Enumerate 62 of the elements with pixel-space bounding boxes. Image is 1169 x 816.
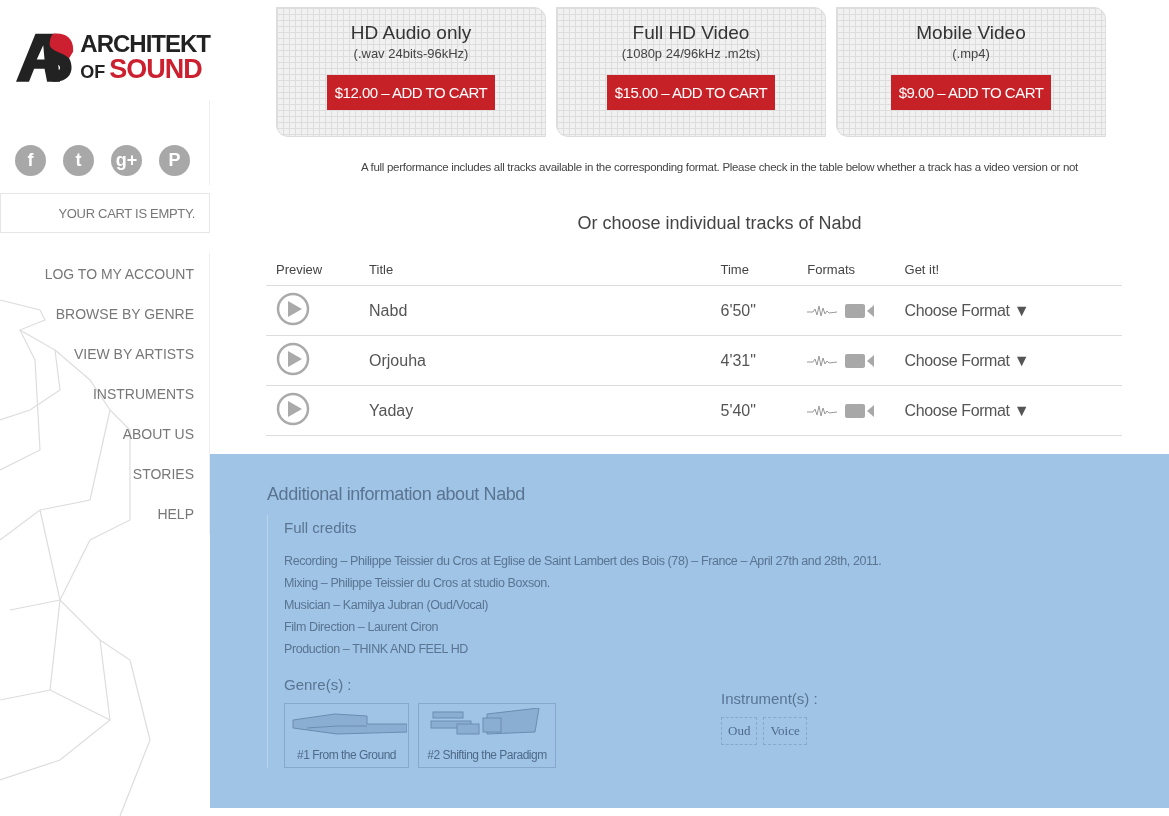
- credit-line: Recording – Philippe Teissier du Cros at Eglise de Saint Lambert des Bois (78) – France – April 27th and 28th, 2011.: [284, 554, 883, 568]
- choose-format-dropdown[interactable]: Choose Format ▼: [904, 351, 1030, 370]
- nav-link[interactable]: INSTRUMENTS: [92, 385, 194, 404]
- video-camera-icon: [845, 352, 876, 369]
- social-icon[interactable]: P: [159, 145, 190, 176]
- nav-link[interactable]: BROWSE BY GENRE: [55, 305, 194, 324]
- credit-line: Mixing – Philippe Teissier du Cros at studio Boxson.: [284, 576, 551, 590]
- column-header: Preview: [266, 254, 360, 286]
- track-time: 4'31": [710, 335, 798, 386]
- social-icon[interactable]: g+: [111, 145, 142, 176]
- instrument-tag[interactable]: Oud: [721, 717, 758, 745]
- instrument-tag[interactable]: Voice: [763, 717, 807, 745]
- section-heading: Or choose individual tracks of Nabd: [576, 213, 863, 234]
- column-header: Time: [710, 254, 798, 286]
- offer-format: (.mp4): [952, 46, 990, 61]
- column-header: Title: [359, 254, 711, 286]
- video-camera-icon: [845, 402, 876, 419]
- column-header: Get it!: [894, 254, 1122, 286]
- credits-heading: Full credits: [284, 518, 358, 536]
- logo-text: OF: [80, 62, 106, 81]
- choose-format-dropdown[interactable]: Choose Format ▼: [904, 401, 1030, 420]
- logo-text: SOUND: [109, 55, 202, 83]
- track-title: Yaday: [359, 385, 711, 436]
- nav-link[interactable]: STORIES: [132, 465, 194, 484]
- nav-link[interactable]: LOG TO MY ACCOUNT: [44, 265, 194, 284]
- nav-link[interactable]: VIEW BY ARTISTS: [73, 345, 194, 364]
- credit-line: Production – THINK AND FEEL HD: [284, 642, 469, 656]
- nav-link[interactable]: HELP: [157, 505, 194, 524]
- track-title: Nabd: [359, 285, 711, 336]
- instruments-label: Instrument(s) :: [721, 690, 818, 707]
- nav-link[interactable]: ABOUT US: [122, 425, 194, 444]
- waveform-icon: [807, 353, 838, 368]
- offer-title: Mobile Video: [916, 22, 1026, 44]
- track-time: 5'40": [710, 385, 798, 436]
- play-icon[interactable]: [276, 291, 310, 326]
- genre-card[interactable]: #1 From the Ground: [284, 703, 409, 768]
- choose-format-dropdown[interactable]: Choose Format ▼: [904, 301, 1030, 320]
- cart-status: YOUR CART IS EMPTY.: [0, 193, 210, 233]
- genres-label: Genre(s) :: [284, 676, 353, 693]
- add-to-cart-button[interactable]: $15.00 – ADD TO CART: [606, 75, 776, 110]
- waveform-icon: [807, 303, 838, 318]
- video-camera-icon: [845, 302, 876, 319]
- offer-format: (.wav 24bits-96kHz): [353, 46, 469, 61]
- offer-format: (1080p 24/96kHz .m2ts): [621, 46, 761, 61]
- logo-text: ARCHITEKT: [80, 31, 210, 56]
- offer-title: HD Audio only: [350, 22, 472, 44]
- social-icon[interactable]: t: [63, 145, 94, 176]
- play-icon[interactable]: [276, 391, 310, 426]
- credit-line: Film Direction – Laurent Ciron: [284, 620, 440, 634]
- genre-card[interactable]: #2 Shifting the Paradigm: [418, 703, 556, 768]
- play-icon[interactable]: [276, 341, 310, 376]
- waveform-icon: [807, 403, 838, 418]
- track-time: 6'50": [710, 285, 798, 336]
- note-text: A full performance includes all tracks available in the corresponding format. Please check in the table below whether a track has a video version or not: [360, 161, 1079, 173]
- track-title: Orjouha: [359, 335, 711, 386]
- add-to-cart-button[interactable]: $12.00 – ADD TO CART: [326, 75, 496, 110]
- add-to-cart-button[interactable]: $9.00 – ADD TO CART: [890, 75, 1052, 110]
- credit-line: Musician – Kamilya Jubran (Oud/Vocal): [284, 598, 490, 612]
- column-header: Formats: [797, 254, 895, 286]
- social-icon[interactable]: f: [15, 145, 46, 176]
- info-heading: Additional information about Nabd: [267, 484, 526, 505]
- offer-title: Full HD Video: [632, 22, 750, 44]
